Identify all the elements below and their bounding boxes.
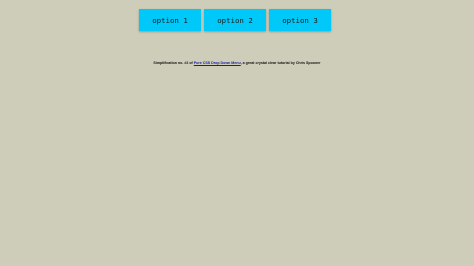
menu-option-2[interactable]: option 2 [204, 9, 266, 31]
dropdown-menu-bar: option 1 option 2 option 3 [139, 9, 331, 31]
menu-option-3[interactable]: option 3 [269, 9, 331, 31]
credit-caption: Simplification no. #2 of Pure CSS Drop D… [0, 61, 474, 65]
tutorial-link[interactable]: Pure CSS Drop Down Menu [194, 61, 241, 65]
menu-option-1[interactable]: option 1 [139, 9, 201, 31]
caption-prefix: Simplification no. #2 of [153, 60, 194, 65]
caption-suffix: , a great crystal clear tutorial by Chri… [240, 60, 321, 65]
